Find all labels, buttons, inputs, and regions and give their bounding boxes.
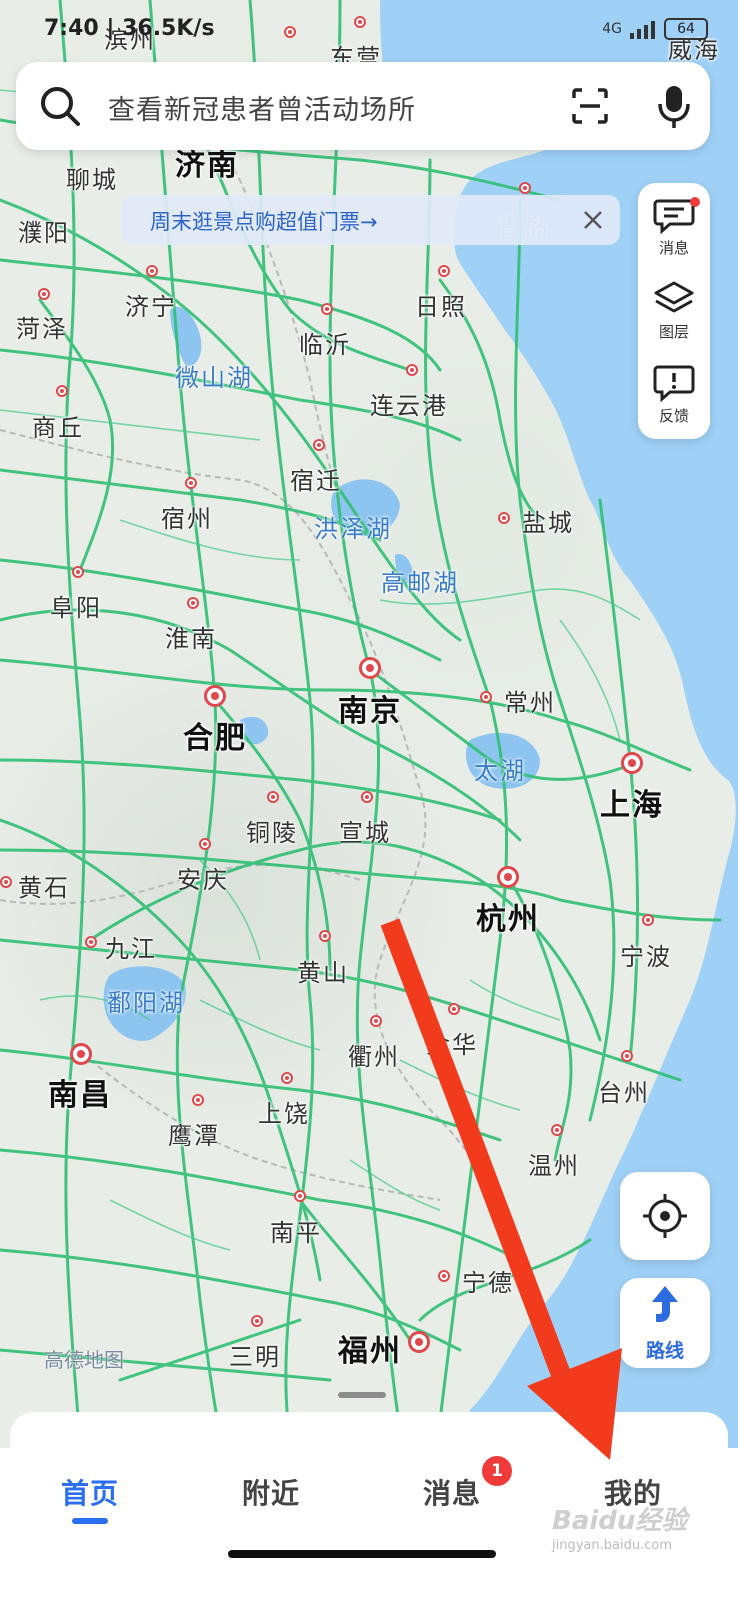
annotation-arrow-icon (380, 918, 622, 1460)
